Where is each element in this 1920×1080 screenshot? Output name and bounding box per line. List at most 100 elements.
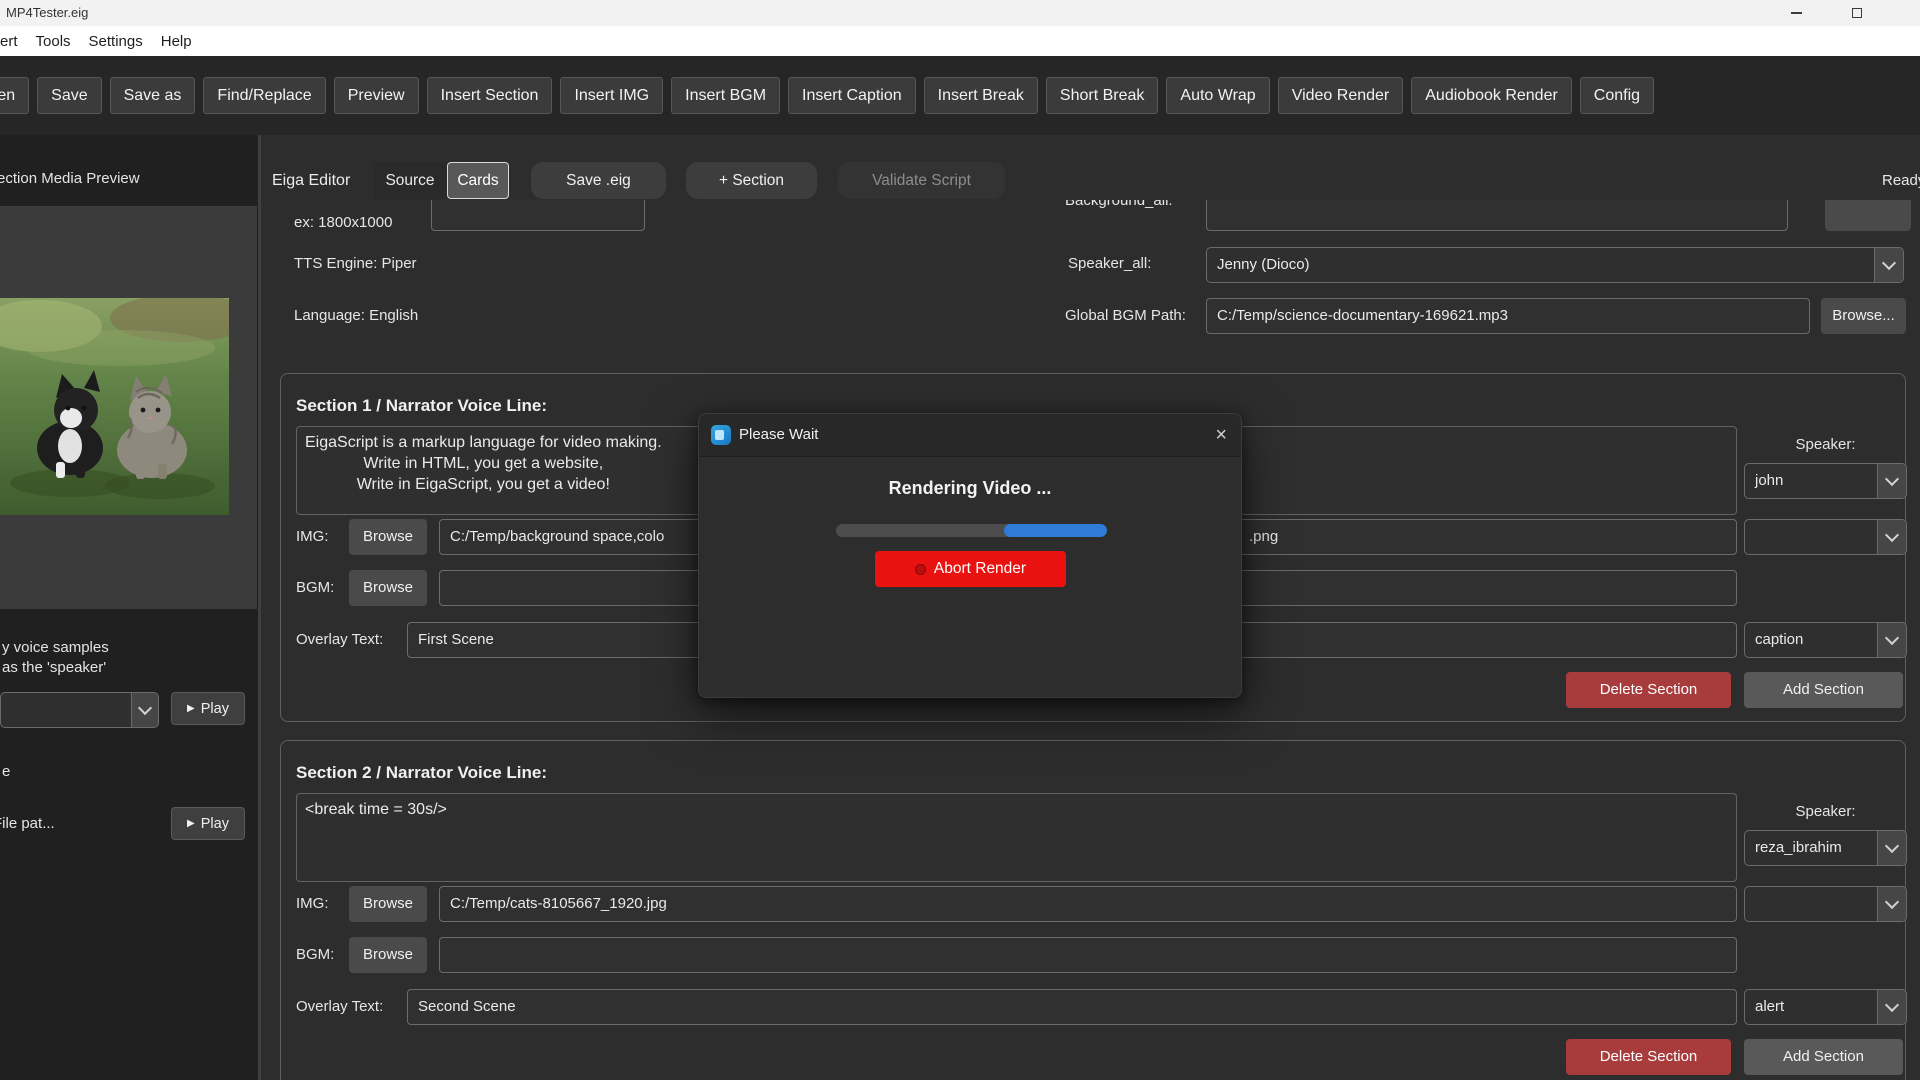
img-path-start: C:/Temp/cats-8105667_1920.jpg bbox=[450, 895, 667, 912]
delete-section-button[interactable]: Delete Section bbox=[1566, 1039, 1731, 1075]
global-bgm-browse-button[interactable]: Browse... bbox=[1821, 298, 1906, 334]
toolbar-button-insert-caption[interactable]: Insert Caption bbox=[788, 77, 916, 114]
img-type-dropdown[interactable] bbox=[1744, 519, 1907, 555]
chevron-down-icon bbox=[131, 693, 158, 727]
speaker-value: reza_ibrahim bbox=[1755, 831, 1842, 864]
toolbar-button-config[interactable]: Config bbox=[1580, 77, 1654, 114]
record-dot-icon bbox=[915, 564, 926, 575]
minimize-button[interactable] bbox=[1768, 0, 1824, 26]
media-preview-label: Section Media Preview bbox=[0, 170, 140, 188]
toolbar-button-insert-img[interactable]: Insert IMG bbox=[560, 77, 663, 114]
narrator-voice-textarea[interactable]: <break time = 30s/> bbox=[296, 793, 1737, 882]
toolbar-button-save[interactable]: Save bbox=[37, 77, 101, 114]
background-all-browse-button[interactable] bbox=[1825, 200, 1911, 231]
tab-cards[interactable]: Cards bbox=[447, 162, 509, 199]
sidebar: Section Media Preview bbox=[0, 135, 258, 1080]
speaker-label: Speaker: bbox=[1744, 803, 1907, 820]
img-browse-button[interactable]: Browse bbox=[349, 886, 427, 922]
progress-bar bbox=[836, 524, 1107, 537]
menu-item-tools[interactable]: Tools bbox=[27, 33, 80, 50]
abort-render-label: Abort Render bbox=[934, 560, 1026, 578]
chevron-down-icon bbox=[1877, 990, 1906, 1024]
speaker-dropdown[interactable]: reza_ibrahim bbox=[1744, 830, 1907, 866]
add-section-top-button[interactable]: + Section bbox=[686, 162, 817, 199]
toolbar-button-insert-bgm[interactable]: Insert BGM bbox=[671, 77, 780, 114]
overlay-text-value: Second Scene bbox=[418, 998, 516, 1015]
play-file-button[interactable]: ▶ Play bbox=[171, 807, 245, 840]
toolbar-button-find-replace[interactable]: Find/Replace bbox=[203, 77, 325, 114]
chevron-down-icon bbox=[1877, 464, 1906, 498]
validate-script-button[interactable]: Validate Script bbox=[838, 162, 1005, 199]
save-eig-button[interactable]: Save .eig bbox=[531, 162, 666, 199]
delete-section-button[interactable]: Delete Section bbox=[1566, 672, 1731, 708]
global-bgm-value: C:/Temp/science-documentary-169621.mp3 bbox=[1217, 307, 1508, 324]
play-voice-sample-button[interactable]: ▶ Play bbox=[171, 692, 245, 725]
toolbar-button-video-render[interactable]: Video Render bbox=[1278, 77, 1404, 114]
toolbar-button-save-as[interactable]: Save as bbox=[110, 77, 196, 114]
global-bgm-label: Global BGM Path: bbox=[1065, 305, 1186, 327]
menu-item-settings[interactable]: Settings bbox=[80, 33, 152, 50]
overlay-text-label: Overlay Text: bbox=[296, 622, 383, 658]
window-titlebar: MP4Tester.eig bbox=[0, 0, 1920, 26]
play-button-label: Play bbox=[201, 701, 229, 717]
img-label: IMG: bbox=[296, 886, 329, 922]
toolbar-button-insert-section[interactable]: Insert Section bbox=[427, 77, 553, 114]
maximize-button[interactable] bbox=[1829, 0, 1885, 26]
chevron-down-icon bbox=[1877, 520, 1906, 554]
bgm-path-input[interactable] bbox=[439, 937, 1737, 973]
overlay-text-input[interactable]: Second Scene bbox=[407, 989, 1737, 1025]
section-2-card: Section 2 / Narrator Voice Line: <break … bbox=[280, 740, 1906, 1080]
resolution-input[interactable] bbox=[431, 200, 645, 231]
background-all-label: Background_all: bbox=[1065, 200, 1173, 211]
chevron-down-icon bbox=[1877, 831, 1906, 865]
menu-item-help[interactable]: Help bbox=[152, 33, 201, 50]
voice-samples-note-line2: as the 'speaker' bbox=[2, 659, 106, 677]
menu-item-insert[interactable]: Insert bbox=[0, 33, 27, 50]
toolbar-button-open[interactable]: Open bbox=[0, 77, 29, 114]
dialog-title: Please Wait bbox=[739, 414, 818, 456]
toolbar: Open Save Save as Find/Replace Preview I… bbox=[0, 56, 1920, 135]
bgm-browse-button[interactable]: Browse bbox=[349, 570, 427, 606]
global-bgm-input[interactable]: C:/Temp/science-documentary-169621.mp3 bbox=[1206, 298, 1810, 334]
language-label: Language: English bbox=[294, 305, 418, 327]
add-section-button[interactable]: Add Section bbox=[1744, 672, 1903, 708]
overlay-type-dropdown[interactable]: caption bbox=[1744, 622, 1907, 658]
add-section-button[interactable]: Add Section bbox=[1744, 1039, 1903, 1075]
window-title: MP4Tester.eig bbox=[6, 0, 88, 26]
speaker-dropdown[interactable]: john bbox=[1744, 463, 1907, 499]
play-icon: ▶ bbox=[187, 819, 195, 829]
progress-segment bbox=[1004, 524, 1107, 537]
speaker-all-value: Jenny (Dioco) bbox=[1217, 248, 1310, 281]
toolbar-button-auto-wrap[interactable]: Auto Wrap bbox=[1166, 77, 1269, 114]
speaker-all-dropdown[interactable]: Jenny (Dioco) bbox=[1206, 247, 1904, 283]
toolbar-button-preview[interactable]: Preview bbox=[334, 77, 419, 114]
tab-source[interactable]: Source bbox=[373, 162, 447, 199]
section-title: Section 1 / Narrator Voice Line: bbox=[296, 396, 547, 416]
img-path-start: C:/Temp/background space,colo bbox=[450, 528, 664, 545]
speaker-value: john bbox=[1755, 464, 1783, 497]
img-type-dropdown[interactable] bbox=[1744, 886, 1907, 922]
close-icon[interactable]: × bbox=[1215, 414, 1227, 456]
tts-engine-label: TTS Engine: Piper bbox=[294, 253, 417, 275]
overlay-type-value: caption bbox=[1755, 623, 1803, 656]
toolbar-button-insert-break[interactable]: Insert Break bbox=[924, 77, 1038, 114]
toolbar-button-audiobook-render[interactable]: Audiobook Render bbox=[1411, 77, 1572, 114]
editor-title: Eiga Editor bbox=[272, 162, 350, 199]
bgm-label: BGM: bbox=[296, 570, 334, 606]
background-all-input[interactable] bbox=[1206, 200, 1788, 231]
speaker-all-label: Speaker_all: bbox=[1068, 253, 1151, 275]
dialog-titlebar: Please Wait × bbox=[699, 414, 1241, 457]
section-title: Section 2 / Narrator Voice Line: bbox=[296, 763, 547, 783]
toolbar-button-short-break[interactable]: Short Break bbox=[1046, 77, 1158, 114]
maximize-icon bbox=[1852, 8, 1862, 18]
chevron-down-icon bbox=[1874, 248, 1903, 282]
abort-render-button[interactable]: Abort Render bbox=[875, 551, 1066, 587]
file-path-label: File pat... bbox=[0, 815, 55, 833]
bgm-browse-button[interactable]: Browse bbox=[349, 937, 427, 973]
img-path-input[interactable]: C:/Temp/cats-8105667_1920.jpg bbox=[439, 886, 1737, 922]
voice-sample-dropdown[interactable] bbox=[0, 692, 159, 728]
overlay-type-dropdown[interactable]: alert bbox=[1744, 989, 1907, 1025]
img-path-end: .png bbox=[1249, 520, 1278, 554]
please-wait-dialog: Please Wait × Rendering Video ... Abort … bbox=[698, 413, 1242, 698]
img-browse-button[interactable]: Browse bbox=[349, 519, 427, 555]
